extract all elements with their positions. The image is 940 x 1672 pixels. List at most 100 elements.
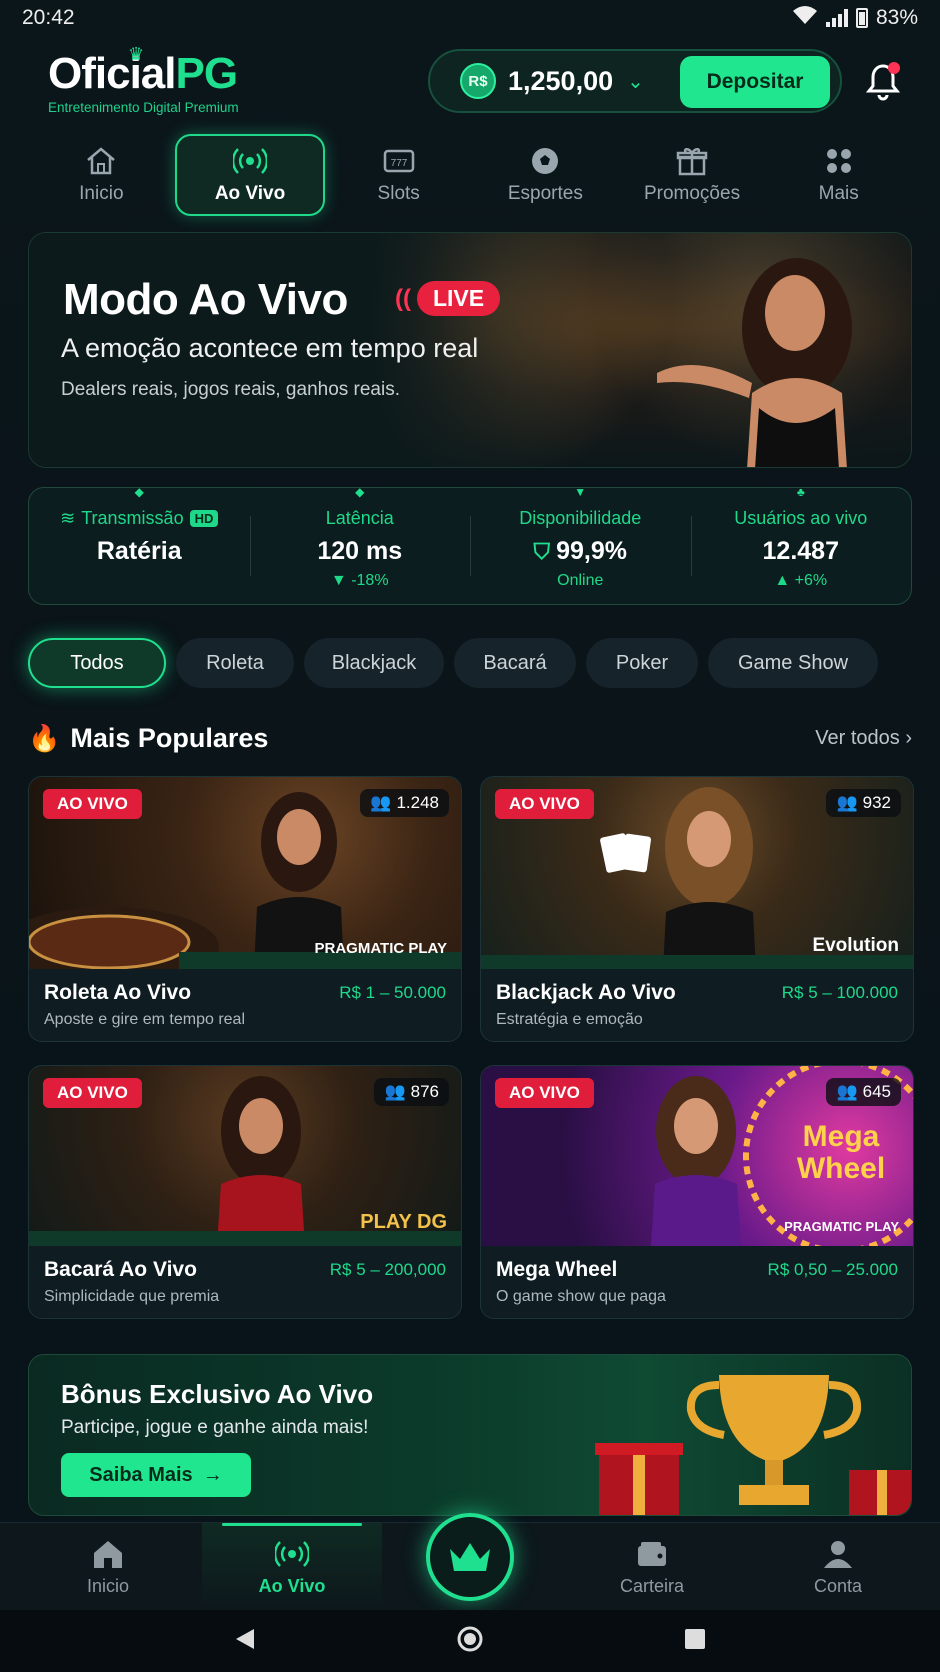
diamond-icon: ▼ (574, 485, 587, 499)
chip-poker[interactable]: Poker (586, 638, 698, 688)
see-all-link[interactable]: Ver todos › (815, 727, 912, 750)
chip-roleta[interactable]: Roleta (176, 638, 294, 688)
users-icon: 👥 (836, 1082, 858, 1101)
crown-icon (450, 1543, 490, 1571)
game-thumbnail: AO VIVO 👥 1.248 PRAGMATIC PLAY (29, 777, 461, 969)
stat-latencia: ◆ Latência 120 ms ▼ -18% (249, 485, 471, 604)
stat-delta: ▼ -18% (330, 572, 389, 589)
gift-icon (676, 148, 708, 176)
viewer-count: 👥 876 (374, 1078, 449, 1106)
mega-wheel-logo-bottom: Wheel (797, 1152, 885, 1185)
bottom-tab-carteira[interactable]: Carteira (572, 1523, 732, 1611)
deposit-button[interactable]: Depositar (680, 56, 830, 108)
status-icons: 83% (792, 5, 918, 31)
game-description: O game show que paga (496, 1288, 666, 1305)
chip-game-show[interactable]: Game Show (708, 638, 878, 688)
bet-range: R$ 5 – 200,000 (329, 1260, 446, 1279)
section-title-row: 🔥 Mais Populares (28, 723, 268, 754)
users-icon: ♣ (796, 485, 805, 499)
tab-label: Ao Vivo (214, 183, 286, 204)
live-stats-panel: ◆ ≋ Transmissão HD Ratéria ◆ Latência 120 … (28, 485, 912, 605)
chip-bacara[interactable]: Bacará (454, 638, 576, 688)
shield-check-icon: ⛉ (533, 538, 551, 564)
stat-value: Ratéria (96, 537, 182, 565)
crown-icon: ♛ (128, 44, 145, 64)
wallet-balance[interactable]: R$ 1,250,00 ⌄ Depositar (428, 49, 842, 113)
tab-esportes[interactable]: Esportes (472, 134, 619, 216)
tab-label: Slots (377, 183, 420, 204)
status-bar: 20:42 83% (0, 0, 940, 36)
chip-blackjack[interactable]: Blackjack (304, 638, 444, 688)
stat-usuarios: ♣ Usuários ao vivo 12.487 ▲ +6% (690, 485, 912, 604)
game-thumbnail: AO VIVO 👥 876 PLAY DG (29, 1066, 461, 1246)
bonus-title: Bônus Exclusivo Ao Vivo (61, 1379, 374, 1409)
live-mode-hero-banner[interactable]: Modo Ao Vivo (( LIVE A emoção acontece e… (28, 232, 912, 468)
notification-dot (888, 62, 900, 74)
user-icon (824, 1540, 852, 1568)
tab-label: Esportes (507, 183, 583, 204)
game-card-blackjack[interactable]: AO VIVO 👥 932 Evolution Blackjack Ao Vivo… (480, 776, 914, 1042)
tab-promocoes[interactable]: Promoções (619, 134, 766, 216)
provider-logo: PLAY DG (360, 1211, 447, 1233)
currency-coin-icon: R$ (460, 63, 496, 99)
cellular-signal-icon (825, 9, 848, 27)
diamond-icon: ◆ (355, 485, 365, 499)
chip-todos[interactable]: Todos (28, 638, 166, 688)
viewer-count: 👥 932 (826, 789, 901, 817)
stat-value: 99,9% (556, 537, 627, 565)
viewer-count: 👥 645 (826, 1078, 901, 1106)
tab-ao-vivo[interactable]: Ao Vivo (174, 134, 326, 216)
bottom-tab-conta[interactable]: Conta (758, 1523, 918, 1611)
svg-text:777: 777 (390, 158, 407, 169)
hero-subtitle: A emoção acontece em tempo real (61, 333, 479, 363)
bottom-navigation: Inicio Ao Vivo Carteira Conta (0, 1513, 940, 1611)
provider-logo: PRAGMATIC PLAY (314, 940, 447, 957)
hd-badge: HD (189, 510, 219, 527)
live-broadcast-icon (233, 148, 267, 174)
tab-inicio[interactable]: Inicio (28, 134, 175, 216)
wallet-icon (638, 1541, 666, 1566)
chevron-down-icon[interactable]: ⌄ (627, 69, 644, 94)
game-description: Simplicidade que premia (44, 1288, 220, 1305)
game-info: Bacará Ao Vivo R$ 5 – 200,000 Simplicida… (29, 1246, 461, 1318)
home-icon (94, 1540, 122, 1568)
category-nav: Inicio Ao Vivo 777 Slots Esportes Promoç… (28, 134, 912, 216)
bet-range: R$ 1 – 50.000 (339, 983, 446, 1002)
crown-vip-button[interactable] (426, 1513, 514, 1601)
game-card-mega-wheel[interactable]: Mega Wheel AO VIVO 👥 645 PRAGMATIC PLAY M… (480, 1065, 914, 1319)
bet-range: R$ 5 – 100.000 (781, 983, 898, 1002)
status-time: 20:42 (22, 6, 75, 29)
stat-label: Disponibilidade (519, 508, 642, 528)
popular-section-header: 🔥 Mais Populares Ver todos › (28, 718, 912, 758)
game-card-bacara[interactable]: AO VIVO 👥 876 PLAY DG Bacará Ao Vivo R$ 5… (28, 1065, 462, 1319)
stat-delta: ▲ +6% (774, 572, 828, 589)
exclusive-bonus-banner[interactable]: Bônus Exclusivo Ao Vivo Participe, jogue… (28, 1354, 912, 1516)
learn-more-button[interactable]: Saiba Mais → (61, 1453, 251, 1497)
live-badge: AO VIVO (495, 789, 594, 819)
brand-logo[interactable]: ♛ OficialPG Entretenimento Digital Premi… (48, 44, 239, 115)
wifi-icon: ≋ (60, 508, 76, 528)
stat-delta: Online (557, 572, 604, 589)
bonus-subtitle: Participe, jogue e ganhe ainda mais! (61, 1417, 369, 1438)
home-button-icon[interactable] (456, 1625, 484, 1658)
back-icon[interactable] (234, 1627, 256, 1656)
stat-transmissao: ◆ ≋ Transmissão HD Ratéria (29, 485, 250, 604)
diamond-icon: ◆ (134, 485, 144, 499)
notification-bell-icon[interactable] (864, 62, 902, 102)
tab-mais[interactable]: Mais (765, 134, 912, 216)
tab-slots[interactable]: 777 Slots (325, 134, 472, 216)
game-card-roleta[interactable]: AO VIVO 👥 1.248 PRAGMATIC PLAY Roleta Ao … (28, 776, 462, 1042)
stat-disponibilidade: ▼ Disponibilidade ⛉ 99,9% Online (470, 485, 691, 604)
tab-label: Inicio (86, 1575, 130, 1596)
hero-description: Dealers reais, jogos reais, ganhos reais… (61, 379, 401, 400)
game-thumbnail: Mega Wheel AO VIVO 👥 645 PRAGMATIC PLAY (481, 1066, 913, 1246)
provider-logo: PRAGMATIC PLAY (784, 1219, 899, 1234)
live-signal-icon: (( (395, 284, 411, 312)
recents-icon[interactable] (684, 1628, 706, 1655)
bottom-tab-inicio[interactable]: Inicio (28, 1523, 188, 1611)
fire-icon: 🔥 (28, 722, 61, 753)
trophy-gifts-art (595, 1375, 911, 1515)
tab-label: Conta (813, 1575, 863, 1596)
live-pill: LIVE (416, 281, 501, 316)
bottom-tab-ao-vivo[interactable]: Ao Vivo (202, 1523, 382, 1611)
